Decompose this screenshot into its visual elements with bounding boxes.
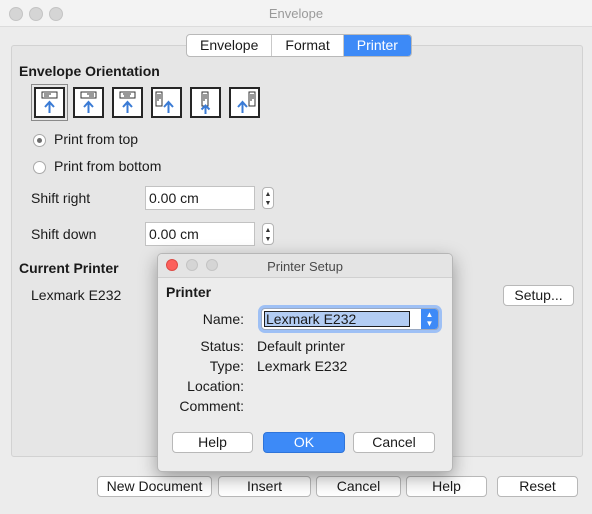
orientation-1-icon[interactable] <box>31 84 68 121</box>
window-title: Envelope <box>268 6 324 21</box>
shift-right-field[interactable]: 0.00 cm <box>145 186 255 210</box>
current-printer-name: Lexmark E232 <box>31 287 122 303</box>
printer-name-select[interactable]: Lexmark E232 ▲ ▼ <box>261 308 439 330</box>
dialog-ok-button[interactable]: OK <box>263 432 345 453</box>
tab-printer[interactable]: Printer <box>343 35 411 56</box>
type-value: Lexmark E232 <box>257 358 348 374</box>
tab-envelope[interactable]: Envelope <box>187 35 273 56</box>
orientation-5-icon[interactable] <box>190 87 221 118</box>
orientation-3-icon[interactable] <box>112 87 143 118</box>
status-value: Default printer <box>257 338 345 354</box>
location-label: Location: <box>187 378 244 394</box>
chevron-updown-icon: ▲ ▼ <box>421 309 438 329</box>
comment-label: Comment: <box>179 398 244 414</box>
print-from-bottom-radio[interactable] <box>33 161 46 174</box>
dialog-title-bar: Printer Setup <box>158 254 452 278</box>
print-from-bottom-label: Print from bottom <box>54 158 162 174</box>
printer-name-value: Lexmark E232 <box>264 311 410 327</box>
dialog-printer-heading: Printer <box>166 284 212 300</box>
setup-button[interactable]: Setup... <box>503 285 574 306</box>
new-document-button[interactable]: New Document <box>97 476 212 497</box>
tab-format[interactable]: Format <box>272 35 344 56</box>
insert-button[interactable]: Insert <box>218 476 311 497</box>
help-button[interactable]: Help <box>406 476 487 497</box>
print-from-top-label: Print from top <box>54 131 139 147</box>
shift-down-label: Shift down <box>31 226 97 242</box>
status-label: Status: <box>200 338 244 354</box>
print-from-top-radio[interactable] <box>33 134 46 147</box>
printer-setup-dialog: Printer Setup Printer Name: Lexmark E232… <box>157 253 453 472</box>
name-label: Name: <box>202 311 244 327</box>
shift-right-label: Shift right <box>31 190 91 206</box>
dialog-help-button[interactable]: Help <box>172 432 253 453</box>
cancel-button[interactable]: Cancel <box>316 476 401 497</box>
dialog-cancel-button[interactable]: Cancel <box>353 432 435 453</box>
shift-down-stepper[interactable]: ▲ ▼ <box>262 223 274 245</box>
dialog-title: Printer Setup <box>267 259 343 274</box>
shift-right-stepper[interactable]: ▲ ▼ <box>262 187 274 209</box>
orientation-6-icon[interactable] <box>229 87 260 118</box>
orientation-2-icon[interactable] <box>73 87 104 118</box>
type-label: Type: <box>209 358 244 374</box>
orientation-4-icon[interactable] <box>151 87 182 118</box>
shift-down-field[interactable]: 0.00 cm <box>145 222 255 246</box>
reset-button[interactable]: Reset <box>497 476 578 497</box>
envelope-orientation-heading: Envelope Orientation <box>19 63 160 79</box>
current-printer-heading: Current Printer <box>19 260 119 276</box>
title-bar: Envelope <box>0 0 592 27</box>
tab-bar: Envelope Format Printer <box>186 34 412 57</box>
